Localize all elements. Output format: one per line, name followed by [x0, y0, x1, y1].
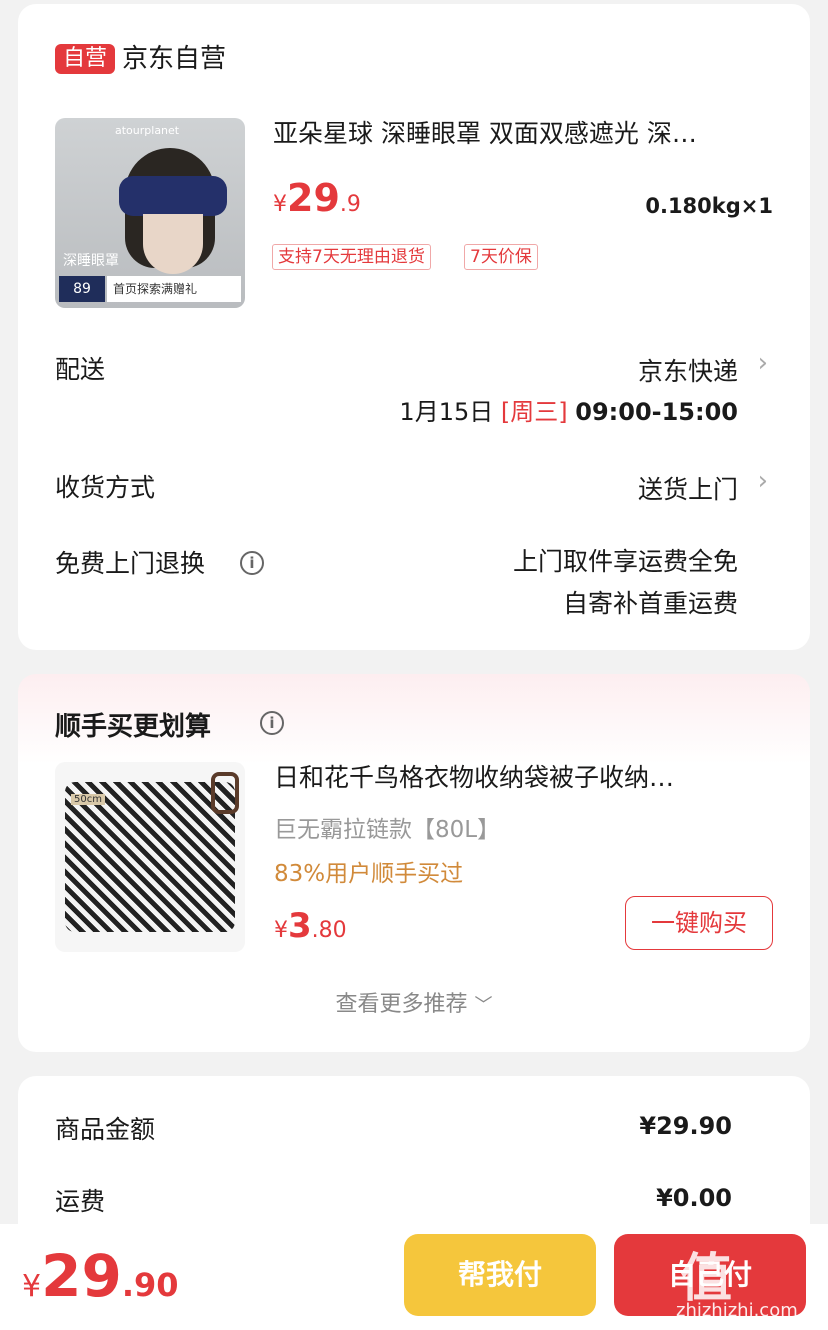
store-name[interactable]: 京东自营	[122, 42, 226, 76]
receive-value[interactable]: 送货上门	[638, 470, 738, 506]
see-more-label: 查看更多推荐	[335, 992, 468, 1017]
free-return-info-icon[interactable]: i	[240, 551, 264, 575]
total-dec: .90	[121, 1266, 179, 1304]
bag-size-label: 50cm	[71, 794, 105, 805]
product-image[interactable]: atourplanet 深睡眼罩 89 首页探索满赠礼	[55, 118, 245, 308]
free-return-line1: 上门取件享运费全免	[512, 547, 738, 576]
eye-mask-shape	[119, 176, 227, 216]
recommend-product-image[interactable]: 50cm	[55, 762, 245, 952]
image-price: 89	[73, 281, 91, 297]
one-click-buy-button[interactable]: 一键购买	[625, 896, 773, 950]
shipping-value: ¥0.00	[656, 1184, 732, 1212]
recommend-info-icon[interactable]: i	[260, 711, 284, 735]
tag-no-reason-return: 支持7天无理由退货	[272, 244, 431, 270]
recommend-item-variant: 巨无霸拉链款【80L】	[274, 817, 501, 843]
receive-label: 收货方式	[55, 473, 156, 502]
checkout-bar: ¥29.90 帮我付 自己付 值 zhizhizhi.com	[0, 1224, 828, 1330]
order-item-card: 自营 京东自营 atourplanet 深睡眼罩 89 首页探索满赠礼 亚朵星球…	[18, 4, 810, 650]
receive-chevron-icon[interactable]: ›	[758, 466, 768, 496]
product-price: ¥29.9	[273, 176, 361, 220]
product-title[interactable]: 亚朵星球 深睡眼罩 双面双感遮光 深…	[273, 116, 697, 152]
price-dec: .9	[339, 192, 361, 217]
total-int: 29	[41, 1242, 122, 1310]
recommend-item-title[interactable]: 日和花千鸟格衣物收纳袋被子收纳…	[274, 760, 674, 796]
rec-price-int: 3	[288, 906, 312, 946]
total-price: ¥29.90	[22, 1242, 179, 1310]
image-promo-box: 首页探索满赠礼	[107, 276, 241, 302]
bag-handle	[211, 772, 239, 814]
delivery-time[interactable]: 1月15日 [周三] 09:00-15:00	[399, 392, 738, 427]
watermark-url: zhizhizhi.com	[676, 1300, 798, 1321]
shipping-label: 运费	[55, 1187, 106, 1216]
image-promo: 首页探索满赠礼	[113, 282, 198, 296]
goods-amount-label: 商品金额	[55, 1115, 156, 1144]
delivery-date: 1月15日	[399, 398, 494, 426]
image-price-box: 89	[59, 276, 105, 302]
delivery-carrier[interactable]: 京东快递	[638, 352, 738, 388]
delivery-slot: 09:00-15:00	[575, 398, 738, 426]
total-symbol: ¥	[22, 1269, 42, 1304]
image-brand-text: atourplanet	[115, 124, 180, 137]
goods-amount-value: ¥29.90	[639, 1112, 732, 1140]
free-return-line2: 自寄补首重运费	[562, 589, 738, 618]
see-more-recommend[interactable]: 查看更多推荐 ﹀	[18, 986, 810, 1018]
price-int: 29	[287, 176, 340, 220]
delivery-chevron-icon[interactable]: ›	[758, 348, 768, 378]
chevron-down-icon: ﹀	[474, 995, 493, 1016]
delivery-label: 配送	[55, 355, 106, 384]
tag-price-protect: 7天价保	[464, 244, 538, 270]
price-symbol: ¥	[273, 192, 287, 217]
recommend-item-price: ¥3.80	[274, 906, 347, 946]
model-face	[143, 214, 203, 274]
help-me-pay-button[interactable]: 帮我付	[404, 1234, 596, 1316]
recommend-title: 顺手买更划算	[55, 712, 212, 742]
rec-price-symbol: ¥	[274, 918, 288, 943]
recommend-card: 顺手买更划算 i 50cm 日和花千鸟格衣物收纳袋被子收纳… 巨无霸拉链款【80…	[18, 674, 810, 1052]
free-return-label: 免费上门退换	[55, 549, 206, 578]
self-operated-badge: 自营	[55, 44, 116, 74]
delivery-weekday: [周三]	[500, 398, 568, 426]
weight-quantity: 0.180kg×1	[645, 194, 773, 218]
recommend-item-stat: 83%用户顺手买过	[274, 861, 464, 887]
rec-price-dec: .80	[311, 918, 347, 943]
image-label: 深睡眼罩	[63, 253, 119, 269]
